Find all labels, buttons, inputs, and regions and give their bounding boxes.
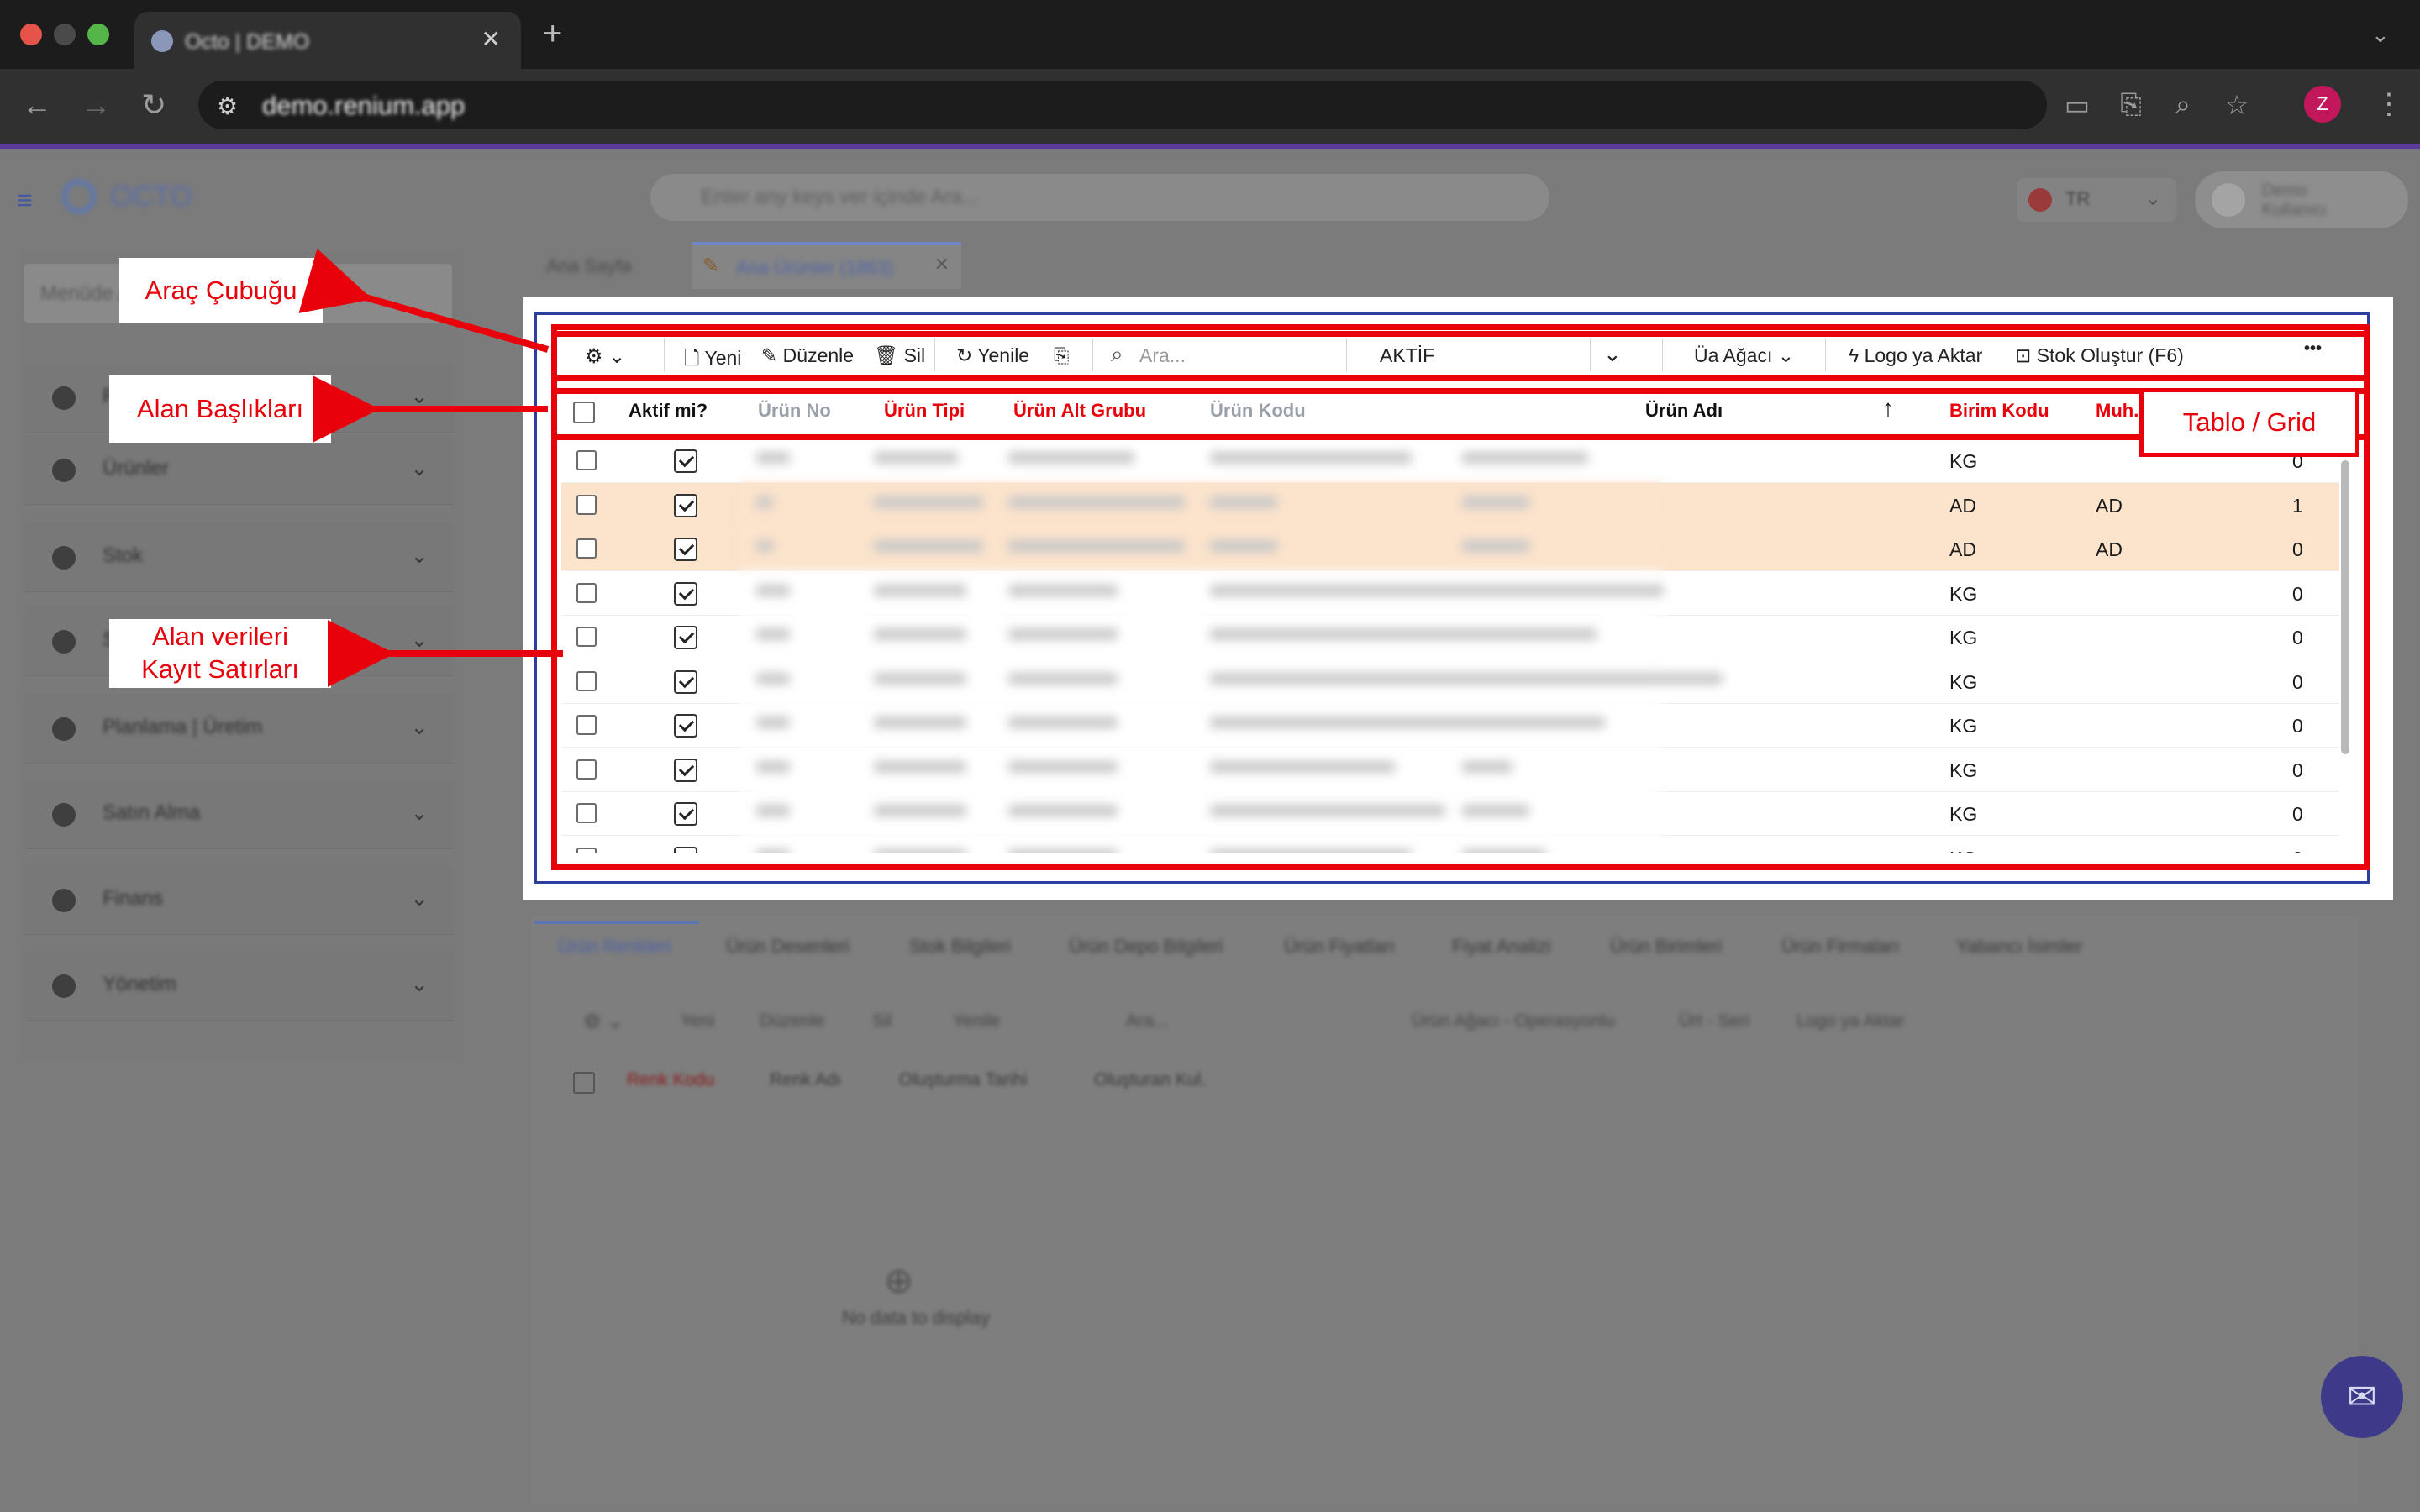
arrow-toolbar xyxy=(298,248,550,353)
annotation-arrows xyxy=(298,248,563,687)
